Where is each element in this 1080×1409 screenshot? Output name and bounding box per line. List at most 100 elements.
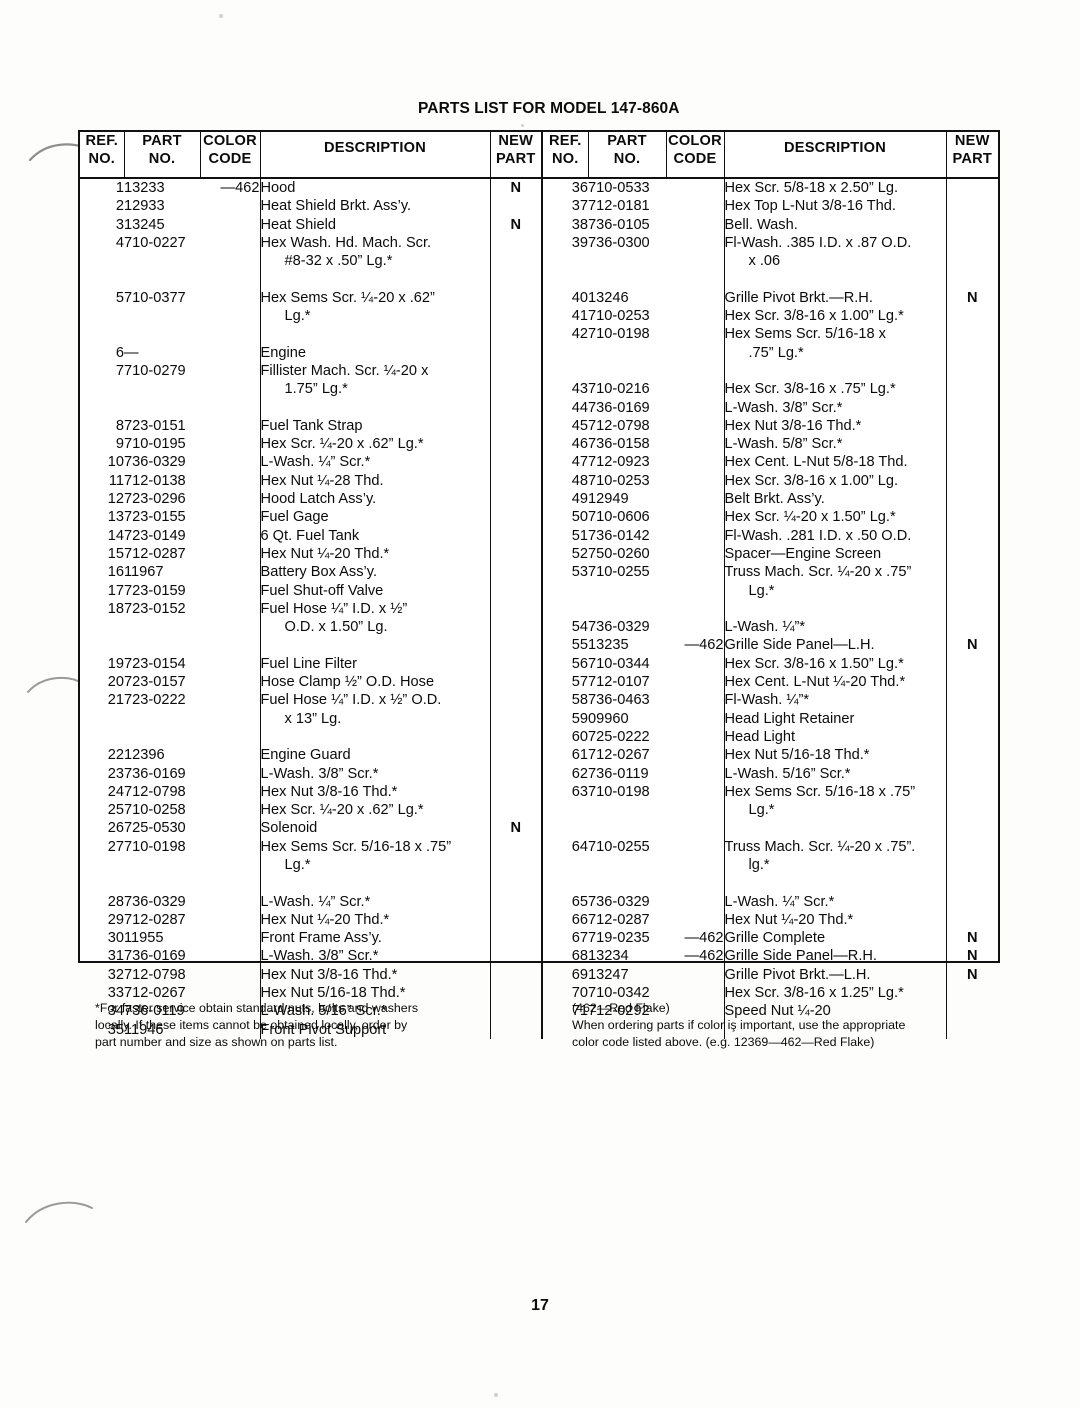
row-gap [80,399,124,417]
part-no-cell: 723-0157 [124,674,186,691]
column-color-code-right: —462 —462 —462 [666,178,725,1039]
row-gap [543,270,588,288]
part-no-cell: 710-0258 [124,802,186,819]
color-code-cell [666,417,724,435]
ref-no-cell: 40 [571,289,588,306]
color-code-cell [200,344,260,362]
description-cell: L-Wash. ¼” Scr.* [724,893,835,910]
part-no-cell: 710-0279 [124,362,186,379]
row-gap [200,874,260,892]
row-gap [543,600,588,618]
description-cell: Hood [260,180,296,196]
color-code-cell [200,216,260,234]
description-cell: Fuel Hose ¼” I.D. x ½” [260,600,408,617]
column-color-code-left: —462 [200,178,261,1039]
new-part-cell [947,197,999,215]
row-gap [588,270,666,288]
new-part-cell [491,362,542,380]
row-gap [725,270,946,288]
description-cell: Hex Scr. ¼-20 x .62” Lg.* [260,436,424,453]
new-part-cell [491,344,542,362]
description-cell: Hex Scr. ¼-20 x 1.50” Lg.* [724,509,896,526]
part-no-cell: 736-0158 [588,436,650,453]
ref-no-cell: 45 [571,417,588,434]
new-part-cell [947,234,999,252]
part-no-cell: 712-0267 [588,747,650,764]
description-cell: Truss Mach. Scr. ¼-20 x .75” [724,564,912,581]
color-code-cell [666,783,724,801]
footnote-line: *For faster service obtain standard nuts… [95,1001,419,1015]
color-code-cell [200,929,260,947]
description-cell: Hex Nut 3/8-16 Thd.* [260,966,398,983]
part-no-cell: 13235 [588,637,629,654]
description-cell: Hose Clamp ½” O.D. Hose [260,674,435,691]
description-cell: Grille Pivot Brkt.—R.H. [724,289,873,306]
part-no-cell: 723-0155 [124,509,186,526]
new-part-cell [491,508,542,526]
row-gap [200,728,260,746]
part-no-cell: 710-0198 [588,783,650,800]
ref-no-cell: 42 [571,326,588,343]
new-part-cell [947,691,999,709]
new-part-cell [947,746,999,764]
row-gap [725,874,946,892]
new-part-cell [947,527,999,545]
description-cell: Heat Shield Brkt. Ass’y. [260,198,412,215]
new-part-cell [491,289,542,307]
new-part-cell [947,673,999,691]
color-code-cell [200,691,260,709]
ref-no-cell: 56 [571,655,588,672]
new-part-cell [491,783,542,801]
part-no-cell: 710-0227 [124,234,186,251]
color-code-cell [666,618,724,636]
description-cell: L-Wash. 3/8” Scr.* [724,399,843,416]
part-no-cell: 723-0151 [124,417,186,434]
footnote-line: locally. If these items cannot be obtain… [95,1018,408,1032]
row-gap [80,325,124,343]
description-cell: Fuel Tank Strap [260,417,363,434]
part-no-cell: 719-0235 [588,930,650,947]
color-code-cell [200,490,260,508]
ref-no-cell: 28 [107,893,124,910]
description-cell-continuation: lg.* [748,856,770,873]
color-code-cell [666,527,724,545]
part-no-cell: 736-0169 [124,765,186,782]
description-cell: Hex Nut ¼-20 Thd.* [260,545,390,562]
part-no-cell: 723-0149 [124,527,186,544]
description-cell: Grille Pivot Brkt.—L.H. [724,966,871,983]
ref-no-cell: 3 [115,216,124,233]
new-part-cell [947,911,999,929]
footnote-left: *For faster service obtain standard nuts… [95,1000,565,1051]
color-code-cell [200,765,260,783]
color-code-cell [200,838,260,856]
row-gap [491,636,542,654]
new-part-cell [491,472,542,490]
ref-no-cell: 61 [571,747,588,764]
new-part-cell [491,655,542,673]
new-part-cell: N [966,289,978,306]
new-part-cell [491,801,542,819]
new-part-cell [491,838,542,856]
color-code-cell [200,472,260,490]
description-cell: Hood Latch Ass’y. [260,491,377,508]
new-part-cell [947,216,999,234]
row-gap [124,728,200,746]
part-no-cell: 712-0107 [588,674,650,691]
new-part-cell [491,929,542,947]
ref-no-cell: 7 [115,362,124,379]
parts-list-table: REF. NO. PART NO. COLOR CODE DESCRIPTION NE… [78,130,1000,1039]
new-part-cell [947,307,999,325]
new-part-cell [491,527,542,545]
